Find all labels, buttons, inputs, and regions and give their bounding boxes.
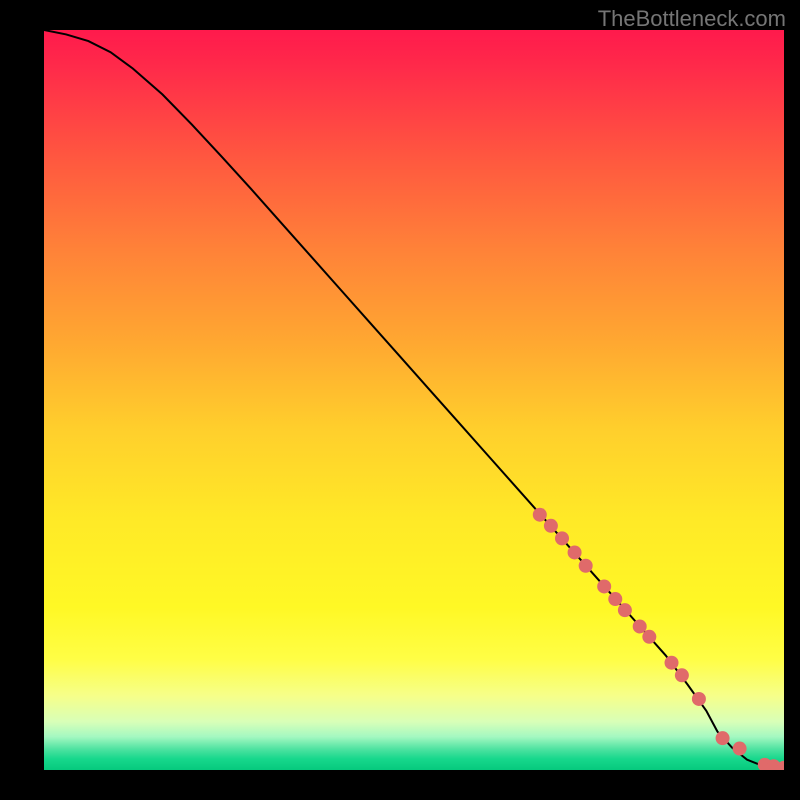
data-marker [555, 531, 569, 545]
data-marker [692, 692, 706, 706]
data-marker [568, 545, 582, 559]
data-marker [665, 656, 679, 670]
data-marker [733, 742, 747, 756]
data-marker [579, 559, 593, 573]
data-marker [544, 519, 558, 533]
chart-frame: TheBottleneck.com [0, 0, 800, 800]
data-marker [675, 668, 689, 682]
data-marker [597, 579, 611, 593]
plot-area [44, 30, 784, 770]
data-marker [608, 592, 622, 606]
data-marker [716, 731, 730, 745]
plot-svg [44, 30, 784, 770]
data-marker [642, 630, 656, 644]
data-marker [533, 508, 547, 522]
watermark-text: TheBottleneck.com [598, 6, 786, 32]
data-marker [618, 603, 632, 617]
data-marker [633, 619, 647, 633]
